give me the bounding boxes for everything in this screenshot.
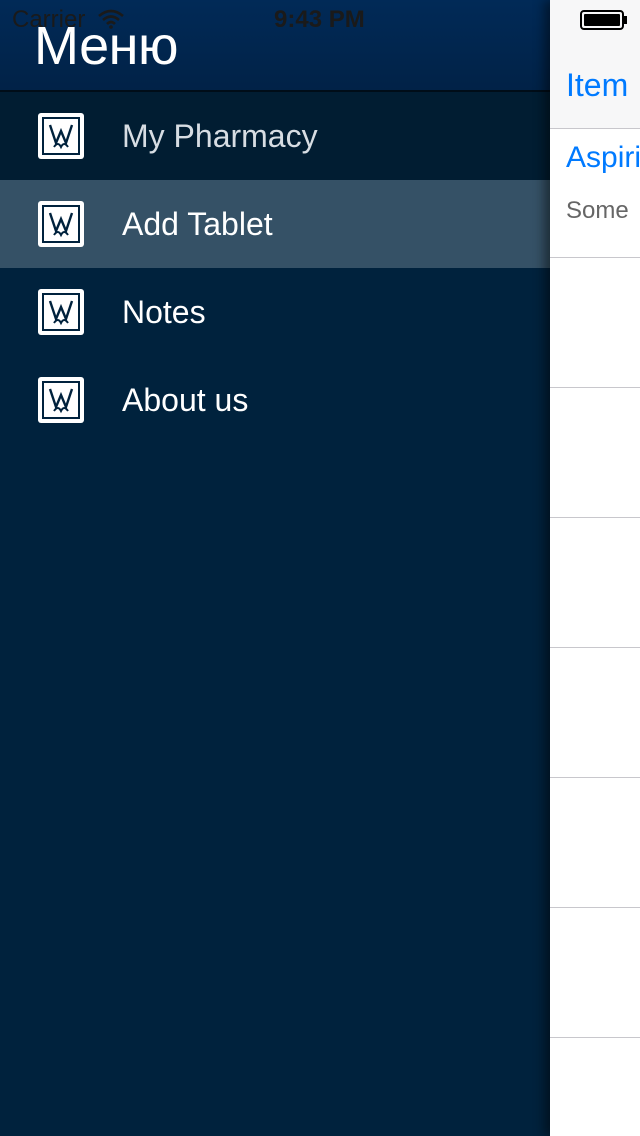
screen: Меню My Pharmacy Add Tablet Notes About … — [0, 0, 640, 1136]
pharmacy-logo-icon — [38, 201, 84, 247]
menu-item-label: Add Tablet — [122, 206, 273, 242]
table-row[interactable] — [550, 648, 640, 778]
pharmacy-logo-icon — [38, 377, 84, 423]
menu-item-label: About us — [122, 382, 249, 418]
side-menu: Меню My Pharmacy Add Tablet Notes About … — [0, 0, 550, 1136]
menu-item-label: Notes — [122, 294, 206, 330]
main-content-panel[interactable]: Item Aspiri Some — [550, 0, 640, 1136]
menu-list: My Pharmacy Add Tablet Notes About us — [0, 92, 550, 444]
row-title: Aspiri — [566, 141, 640, 174]
menu-header: Меню — [0, 0, 550, 92]
table-row[interactable]: Aspiri Some — [550, 128, 640, 258]
menu-item-notes[interactable]: Notes — [0, 268, 550, 356]
table-row[interactable] — [550, 258, 640, 388]
menu-title: Меню — [34, 16, 178, 76]
pharmacy-logo-icon — [38, 289, 84, 335]
table-row[interactable] — [550, 518, 640, 648]
table-row[interactable] — [550, 388, 640, 518]
table-row[interactable] — [550, 908, 640, 1038]
menu-item-label: My Pharmacy — [122, 118, 318, 154]
table-row[interactable] — [550, 778, 640, 908]
menu-item-my-pharmacy[interactable]: My Pharmacy — [0, 92, 550, 180]
nav-bar: Item — [550, 0, 640, 129]
pharmacy-logo-icon — [38, 113, 84, 159]
menu-item-about-us[interactable]: About us — [0, 356, 550, 444]
nav-title[interactable]: Item — [566, 66, 628, 104]
menu-item-add-tablet[interactable]: Add Tablet — [0, 180, 550, 268]
row-subtitle: Some — [566, 197, 629, 224]
